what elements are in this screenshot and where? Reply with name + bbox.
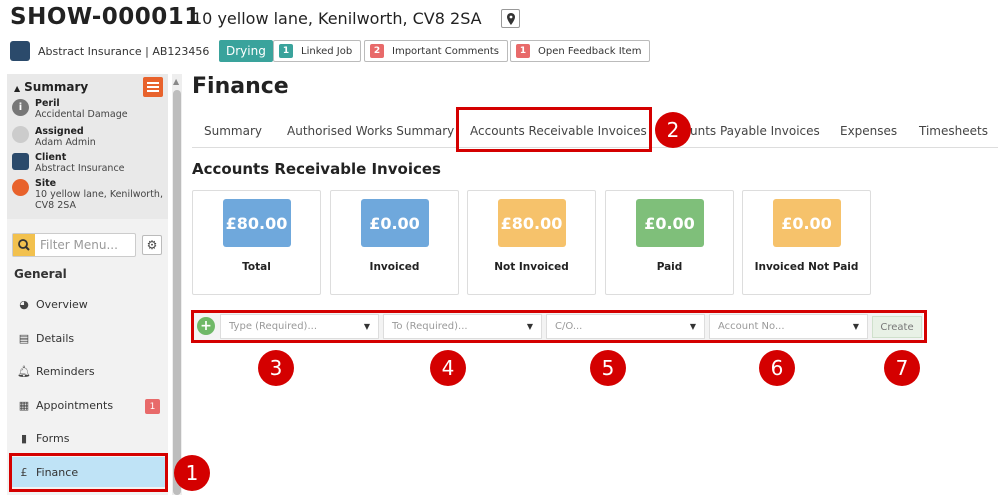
peril-label: Peril [35,98,60,109]
job-address: 10 yellow lane, Kenilworth, CV8 2SA [192,9,482,28]
summary-site: Site 10 yellow lane, Kenilworth, CV8 2SA [35,178,185,211]
linked-job-tag[interactable]: 1 Linked Job [273,40,362,62]
important-comments-count: 2 [370,44,384,58]
avatar [12,126,29,143]
client-logo-icon [12,153,29,170]
nav-label: Details [36,331,75,345]
nav-label: Overview [36,297,88,311]
callout-2: 2 [655,112,691,148]
invoiced-not-paid-value: £0.00 [772,199,841,247]
tab-expenses[interactable]: Expenses [840,124,897,138]
feedback-item-label: Open Feedback Item [538,45,642,57]
paid-value: £0.00 [635,199,704,247]
tab-timesheets[interactable]: Timesheets [919,124,988,138]
map-pin-icon [506,12,515,25]
callout-5: 5 [590,350,626,386]
site-value: 10 yellow lane, Kenilworth, [35,189,163,200]
assigned-value: Adam Admin [35,137,96,148]
site-value-postcode: CV8 2SA [35,200,76,211]
map-pin-button[interactable] [501,9,520,28]
callout-box-form [191,310,927,343]
tab-summary[interactable]: Summary [204,124,262,138]
hamburger-icon [147,82,159,92]
nav-label: Reminders [36,364,95,378]
client-logo [10,41,30,61]
summary-title: Summary [24,80,89,94]
summary-toggle[interactable]: ▲ Summary [14,80,88,94]
invoiced-not-paid-label: Invoiced Not Paid [754,261,859,273]
feedback-item-tag[interactable]: 1 Open Feedback Item [510,40,651,62]
paid-card: £0.00 Paid [605,190,734,295]
settings-button[interactable]: ⚙ [142,235,162,255]
not-invoiced-value: £80.00 [497,199,566,247]
assigned-label: Assigned [35,126,84,137]
peril-value: Accidental Damage [35,109,128,120]
total-card: £80.00 Total [192,190,321,295]
client-reference: Abstract Insurance | AB123456 [38,45,210,58]
callout-1: 1 [174,455,210,491]
page-title: Finance [192,74,289,99]
gear-icon: ⚙ [146,238,158,252]
site-label: Site [35,178,57,189]
invoiced-card: £0.00 Invoiced [330,190,459,295]
callout-3: 3 [258,350,294,386]
filter-menu-input[interactable]: Filter Menu... [40,238,118,252]
nav-label: Appointments [36,398,114,412]
info-icon: i [12,99,29,116]
location-pin-icon [12,179,29,196]
dashboard-icon: ◕ [19,297,29,311]
scrollbar-thumb[interactable] [173,90,181,495]
caret-up-icon: ▲ [14,84,21,93]
nav-label: Forms [36,431,70,445]
important-comments-tag[interactable]: 2 Important Comments [364,40,508,62]
linked-job-label: Linked Job [301,45,353,57]
feedback-item-count: 1 [516,44,530,58]
nav-item-forms[interactable]: ▮ Forms [10,423,166,453]
search-icon [13,234,35,256]
invoiced-label: Invoiced [369,261,420,273]
callout-6: 6 [759,350,795,386]
tab-accounts-payable-invoices[interactable]: unts Payable Invoices [690,124,820,138]
client-label: Client [35,152,67,163]
calendar-icon: ▦ [18,398,30,412]
job-id: SHOW-000011 [10,4,201,30]
callout-box-finance [9,453,168,492]
summary-menu-button[interactable] [143,77,163,97]
nav-section-title: General [14,267,67,281]
section-title: Accounts Receivable Invoices [192,160,441,178]
invoiced-value: £0.00 [360,199,429,247]
total-value: £80.00 [222,199,291,247]
client-value: Abstract Insurance [35,163,125,174]
document-icon: ▮ [20,431,28,445]
important-comments-label: Important Comments [392,45,499,57]
status-badge: Drying [219,40,273,62]
not-invoiced-label: Not Invoiced [494,261,569,273]
bell-icon: 🔔︎ [17,364,31,378]
nav-item-appointments[interactable]: ▦ Appointments [10,390,166,420]
callout-7: 7 [884,350,920,386]
callout-box-tab [456,107,652,152]
callout-4: 4 [430,350,466,386]
linked-job-count: 1 [279,44,293,58]
not-invoiced-card: £80.00 Not Invoiced [467,190,596,295]
summary-assigned: Assigned Adam Admin [35,126,185,148]
nav-item-reminders[interactable]: 🔔︎ Reminders [10,356,166,386]
nav-item-details[interactable]: ▤ Details [10,323,166,353]
paid-label: Paid [656,261,683,273]
summary-peril: Peril Accidental Damage [35,98,185,120]
tab-authorised-works-summary[interactable]: Authorised Works Summary [287,124,454,138]
scroll-up-icon[interactable]: ▲ [173,77,179,86]
total-label: Total [242,261,271,273]
appointments-badge: 1 [145,399,160,414]
nav-item-overview[interactable]: ◕ Overview [10,289,166,319]
summary-client: Client Abstract Insurance [35,152,185,174]
invoiced-not-paid-card: £0.00 Invoiced Not Paid [742,190,871,295]
clipboard-icon: ▤ [18,331,30,345]
